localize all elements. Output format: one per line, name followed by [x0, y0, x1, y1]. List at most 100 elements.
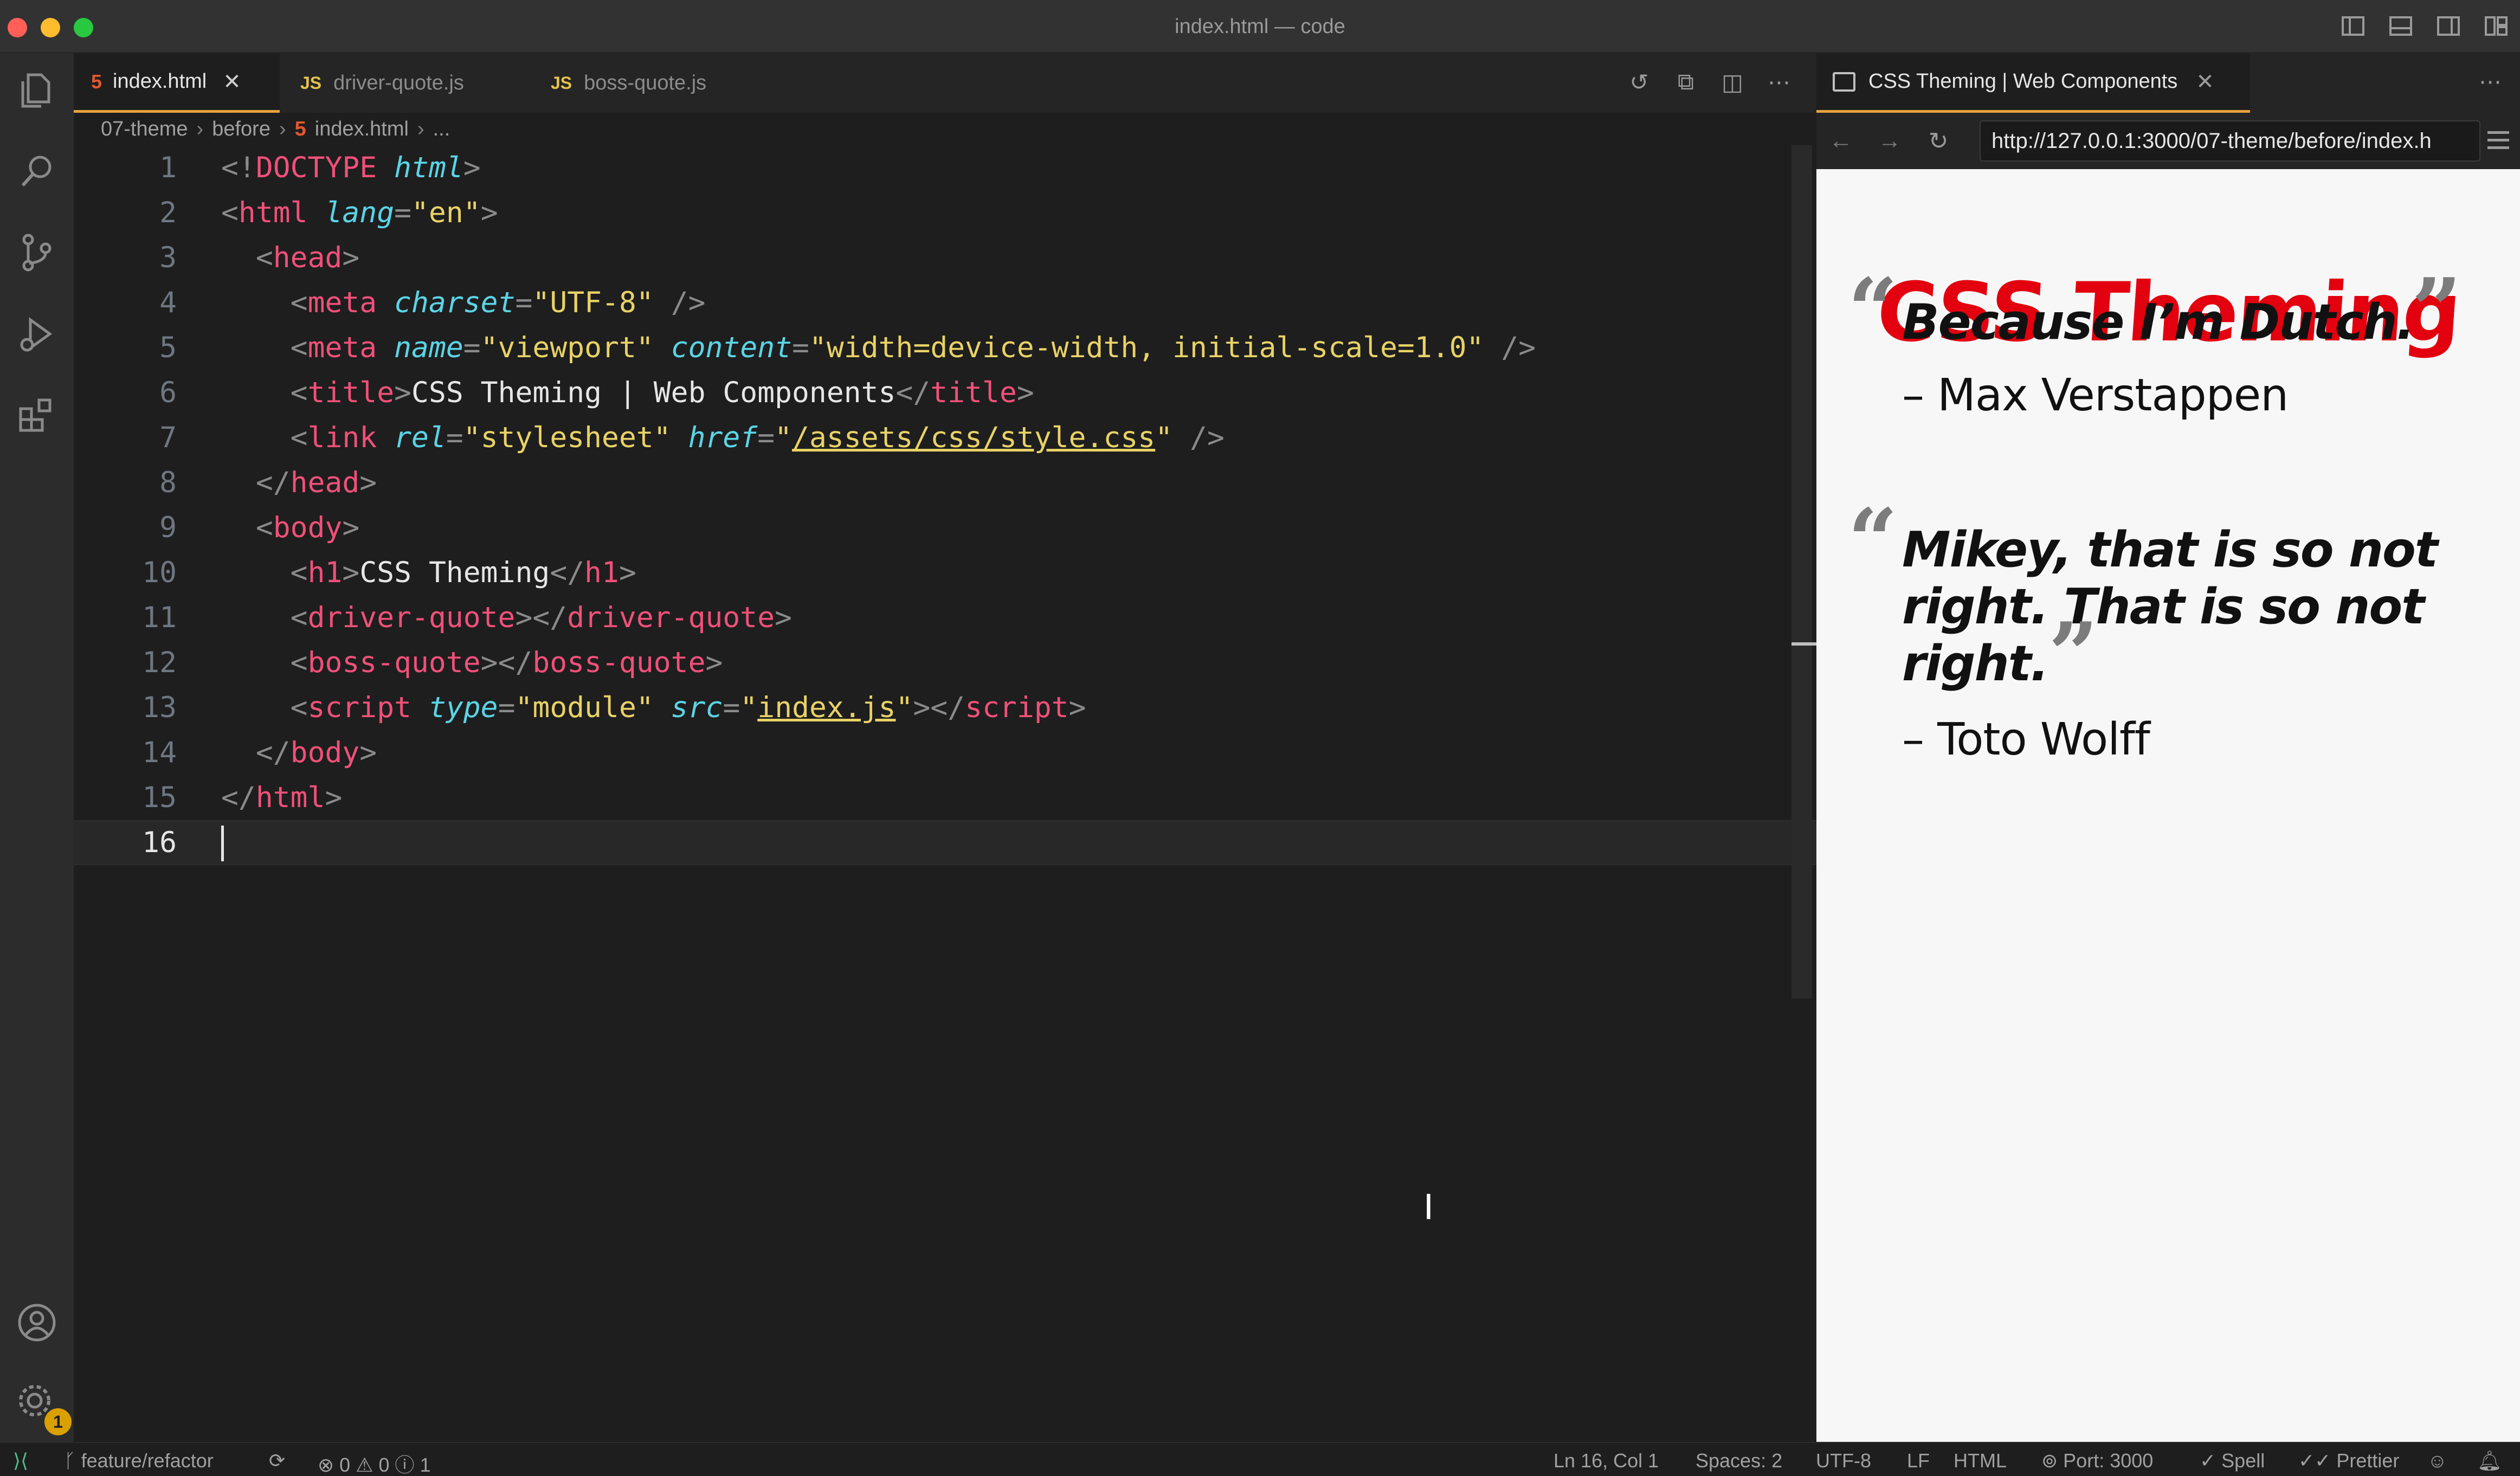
branch-indicator[interactable]: ᚴ feature/refactor: [64, 1449, 214, 1472]
back-arrow-icon[interactable]: ←: [1816, 127, 1865, 154]
breadcrumb-item[interactable]: 07-theme: [101, 118, 188, 141]
close-tab-icon[interactable]: ✕: [2196, 69, 2214, 94]
tab-boss-quote-js[interactable]: JS boss-quote.js: [551, 53, 768, 113]
sync-icon[interactable]: ⟳: [269, 1449, 285, 1472]
browser-nav-bar: ← → ↻ http://127.0.0.1:3000/07-theme/bef…: [1816, 113, 2520, 169]
extensions-icon[interactable]: [16, 395, 57, 436]
breadcrumb-item[interactable]: index.html: [315, 118, 409, 141]
error-count: 0: [339, 1454, 351, 1476]
double-check-icon: ✓✓: [2298, 1449, 2337, 1472]
editor-scrollbar[interactable]: [1791, 145, 1812, 998]
customize-layout-icon[interactable]: [2483, 13, 2509, 39]
code-line[interactable]: 4 <meta charset="UTF-8" />: [74, 280, 1816, 325]
more-actions-icon[interactable]: ⋯: [1765, 68, 1793, 95]
browser-page-icon: [1833, 72, 1855, 92]
notifications-bell-icon[interactable]: 🔔︎: [2477, 1449, 2502, 1472]
live-server-port[interactable]: ⊚ Port: 3000: [2041, 1449, 2153, 1472]
title-bar: index.html — code: [0, 0, 2520, 53]
current-code-line[interactable]: 16: [74, 820, 1816, 865]
line-number: 11: [142, 601, 177, 634]
activity-bar: 1: [0, 53, 74, 1442]
code-line[interactable]: 1 <!DOCTYPE html>: [74, 145, 1816, 190]
code-line[interactable]: 13 <script type="module" src="index.js">…: [74, 685, 1816, 730]
quote-text-line: right.: [1902, 635, 2049, 692]
split-editor-icon[interactable]: ◫: [1719, 68, 1746, 95]
line-number: 7: [159, 421, 177, 454]
line-number: 14: [142, 736, 177, 769]
window-title: index.html — code: [1175, 15, 1345, 38]
chevron-right-icon: ›: [279, 117, 286, 140]
open-preview-icon[interactable]: ⧉: [1672, 68, 1699, 95]
tab-driver-quote-js[interactable]: JS driver-quote.js: [300, 53, 528, 113]
src-link[interactable]: index.js: [757, 691, 895, 724]
editor-tab-bar: 5 index.html ✕ JS driver-quote.js JS bos…: [74, 53, 1816, 113]
breadcrumb-item[interactable]: before: [212, 118, 270, 141]
code-line[interactable]: 15 </html>: [74, 775, 1816, 820]
line-number: 8: [159, 466, 177, 499]
close-quote-icon: ”: [2412, 259, 2462, 361]
url-input[interactable]: http://127.0.0.1:3000/07-theme/before/in…: [1980, 120, 2480, 162]
code-line[interactable]: 14 </body>: [74, 730, 1816, 775]
close-tab-icon[interactable]: ✕: [223, 69, 241, 94]
spell-check[interactable]: ✓ Spell: [2200, 1449, 2265, 1472]
remote-indicator-icon[interactable]: ⟩⟨: [13, 1449, 28, 1472]
forward-arrow-icon[interactable]: →: [1865, 127, 1914, 154]
browser-menu-icon[interactable]: [2487, 131, 2509, 154]
close-quote-icon: ”: [2048, 603, 2099, 705]
toggle-primary-sidebar-icon[interactable]: [2340, 13, 2366, 39]
tab-index-html[interactable]: 5 index.html ✕: [74, 53, 280, 113]
simple-browser-pane: CSS Theming | Web Components ✕ ⋯ ← → ↻ h…: [1816, 53, 2520, 1442]
code-line[interactable]: 9 <body>: [74, 505, 1816, 550]
toggle-panel-icon[interactable]: [2388, 13, 2414, 39]
info-count: 1: [420, 1454, 431, 1476]
manage-gear-icon[interactable]: 1: [16, 1382, 72, 1435]
end-of-line[interactable]: LF: [1907, 1449, 1930, 1472]
browser-tab-title: CSS Theming | Web Components: [1868, 70, 2178, 93]
quote-text-line: right. That is so not: [1902, 578, 2425, 635]
line-number: 1: [159, 151, 177, 184]
line-number: 3: [159, 241, 177, 274]
tab-browser-preview[interactable]: CSS Theming | Web Components ✕: [1816, 53, 2250, 113]
encoding[interactable]: UTF-8: [1816, 1449, 1871, 1472]
search-icon[interactable]: [16, 151, 57, 192]
more-actions-icon[interactable]: ⋯: [2479, 68, 2502, 95]
quote-text: Because I’m Dutch.: [1902, 294, 2415, 351]
accounts-icon[interactable]: [16, 1302, 57, 1343]
breadcrumb: 07-theme › before › 5 index.html › ...: [74, 113, 1816, 145]
cursor-position[interactable]: Ln 16, Col 1: [1554, 1449, 1659, 1472]
branch-name: feature/refactor: [81, 1449, 214, 1472]
line-number: 10: [142, 556, 177, 589]
code-line[interactable]: 10 <h1>CSS Theming</h1>: [74, 550, 1816, 595]
quote-text-line: Mikey, that is so not: [1902, 521, 2438, 578]
warning-icon: ⚠: [356, 1454, 379, 1476]
code-line[interactable]: 8 </head>: [74, 460, 1816, 505]
js-file-icon: JS: [300, 73, 322, 93]
feedback-icon[interactable]: ☺: [2427, 1449, 2447, 1472]
source-control-icon[interactable]: [16, 232, 57, 273]
code-line[interactable]: 11 <driver-quote></driver-quote>: [74, 595, 1816, 640]
reload-icon[interactable]: ↻: [1914, 127, 1963, 155]
code-line[interactable]: 6 <title>CSS Theming | Web Components</t…: [74, 370, 1816, 415]
code-line[interactable]: 12 <boss-quote></boss-quote>: [74, 640, 1816, 685]
timeline-history-icon[interactable]: ↺: [1626, 68, 1653, 95]
chevron-right-icon: ›: [196, 117, 204, 140]
explorer-icon[interactable]: [16, 69, 57, 111]
problems-indicator[interactable]: ⊗ 0 ⚠ 0 ⓘ 1: [318, 1449, 431, 1476]
run-debug-icon[interactable]: [16, 313, 57, 355]
toggle-secondary-sidebar-icon[interactable]: [2435, 13, 2461, 39]
code-line[interactable]: 7 <link rel="stylesheet" href="/assets/c…: [74, 415, 1816, 460]
code-line[interactable]: 2 <html lang="en">: [74, 190, 1816, 235]
status-bar: ⟩⟨ ᚴ feature/refactor ⟳ ⊗ 0 ⚠ 0 ⓘ 1 Ln 1…: [0, 1442, 2520, 1476]
html-file-icon: 5: [294, 117, 306, 140]
git-branch-icon: ᚴ: [64, 1449, 81, 1472]
code-line[interactable]: 5 <meta name="viewport" content="width=d…: [74, 325, 1816, 370]
language-mode[interactable]: HTML: [1954, 1449, 2007, 1472]
breadcrumb-item[interactable]: ...: [433, 118, 450, 141]
href-link[interactable]: /assets/css/style.css: [792, 421, 1155, 454]
text-cursor: [221, 826, 224, 861]
indentation[interactable]: Spaces: 2: [1696, 1449, 1782, 1472]
tab-label: index.html: [113, 70, 207, 93]
code-line[interactable]: 3 <head>: [74, 235, 1816, 280]
prettier-status[interactable]: ✓✓ Prettier: [2298, 1449, 2399, 1472]
error-icon: ⊗: [318, 1454, 340, 1476]
